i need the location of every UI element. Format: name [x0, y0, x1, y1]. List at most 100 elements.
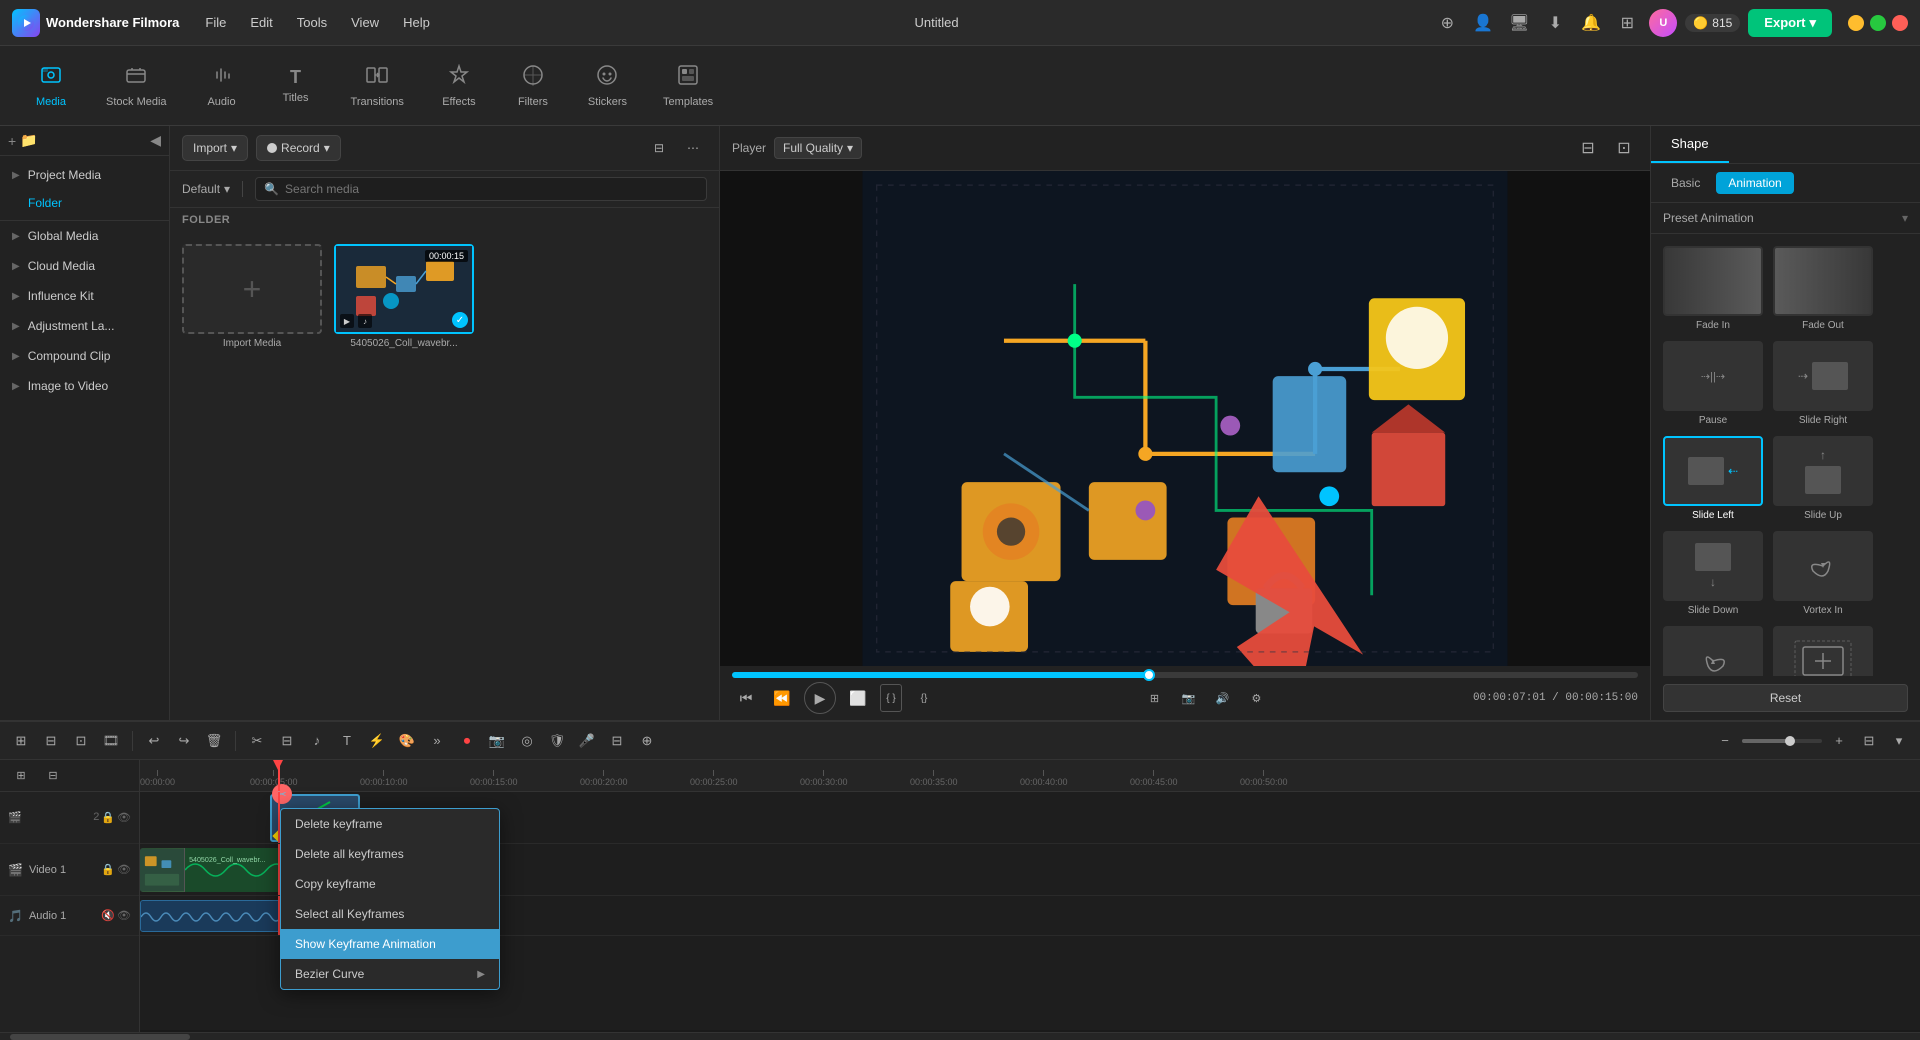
minimize-button[interactable]: — — [1848, 15, 1864, 31]
sidebar-item-image-to-video[interactable]: ▶ Image to Video — [0, 371, 169, 401]
add-clip-btn[interactable]: ⊕ — [634, 728, 660, 754]
play-button[interactable]: ▶ — [804, 682, 836, 714]
tab-basic[interactable]: Basic — [1659, 172, 1712, 194]
filter-icon[interactable]: ⊟ — [645, 134, 673, 162]
volume-button[interactable]: 🔊 — [1208, 684, 1236, 712]
media-file-box[interactable]: 00:00:15 ▶ ♪ ✓ — [334, 244, 474, 334]
anim-item-vortex-in[interactable]: Vortex In — [1773, 531, 1873, 616]
sidebar-item-influence-kit[interactable]: ▶ Influence Kit — [0, 281, 169, 311]
import-media-thumb[interactable]: + Import Media — [182, 244, 322, 349]
search-box[interactable]: 🔍 — [255, 177, 707, 201]
time-ruler[interactable]: 00:00:00 00:00:05:00 00:00:10:00 00:00:1… — [140, 760, 1920, 792]
maximize-button[interactable]: ⊡ — [1870, 15, 1886, 31]
crop-button[interactable]: ⊟ — [274, 728, 300, 754]
add-media-btn[interactable]: + — [8, 133, 16, 149]
speed-button[interactable]: ⚡ — [364, 728, 390, 754]
notification-icon[interactable]: 🔔 — [1577, 9, 1605, 37]
progress-bar[interactable] — [732, 672, 1638, 678]
tool-stickers[interactable]: Stickers — [572, 56, 643, 116]
sidebar-item-cloud-media[interactable]: ▶ Cloud Media — [0, 251, 169, 281]
fit-to-screen-button[interactable]: ⊞ — [1140, 684, 1168, 712]
ctx-bezier-curve[interactable]: Bezier Curve ▶ — [281, 959, 499, 989]
video1-vis-icon[interactable]: 👁 — [117, 863, 131, 876]
app-logo[interactable]: Wondershare Filmora — [12, 9, 179, 37]
anim-item-pause[interactable]: ⇢||⇢ Pause — [1663, 341, 1763, 426]
menu-view[interactable]: View — [341, 11, 389, 34]
tool-templates[interactable]: Templates — [647, 56, 729, 116]
ctx-select-all-keyframes[interactable]: Select all Keyframes — [281, 899, 499, 929]
anim-item-vortex-out[interactable]: Vortex Out — [1663, 626, 1763, 676]
snapshot-button[interactable]: 📷 — [1174, 684, 1202, 712]
bottom-scrollbar[interactable] — [0, 1032, 1920, 1040]
sidebar-item-compound-clip[interactable]: ▶ Compound Clip — [0, 341, 169, 371]
ctx-copy-keyframe[interactable]: Copy keyframe — [281, 869, 499, 899]
discover-icon[interactable]: ⊕ — [1433, 9, 1461, 37]
import-media-box[interactable]: + — [182, 244, 322, 334]
prev-frame-button[interactable]: ⏪ — [768, 684, 796, 712]
tab-shape[interactable]: Shape — [1651, 126, 1729, 163]
cut-button[interactable]: ✂ — [244, 728, 270, 754]
folder-btn[interactable]: 📁 — [20, 132, 37, 149]
quality-dropdown[interactable]: Full Quality ▾ — [774, 137, 862, 159]
snap-button[interactable]: 🎞 — [98, 728, 124, 754]
tool-media[interactable]: Media — [16, 56, 86, 116]
search-input[interactable] — [285, 182, 698, 196]
track2-vis-icon[interactable]: 👁 — [117, 811, 131, 824]
track2-lock-icon[interactable]: 🔒 — [101, 811, 115, 824]
stop-button[interactable]: ⬜ — [844, 684, 872, 712]
track-type-button[interactable]: ⊟ — [38, 728, 64, 754]
fullscreen-icon[interactable]: ⊡ — [1610, 134, 1638, 162]
media-file-thumb[interactable]: 00:00:15 ▶ ♪ ✓ 5405026_Coll_wavebr... — [334, 244, 474, 349]
ctx-show-keyframe-animation[interactable]: Show Keyframe Animation — [281, 929, 499, 959]
user-avatar[interactable]: U — [1649, 9, 1677, 37]
ctx-delete-all-keyframes[interactable]: Delete all keyframes — [281, 839, 499, 869]
add-track-button[interactable]: ⊞ — [8, 728, 34, 754]
close-button[interactable]: ✕ — [1892, 15, 1908, 31]
export-button[interactable]: Export ▾ — [1748, 9, 1832, 37]
tool-audio[interactable]: Audio — [187, 56, 257, 116]
anim-item-fade-out[interactable]: Fade Out — [1773, 246, 1873, 331]
account-icon[interactable]: 👤 — [1469, 9, 1497, 37]
motion-btn[interactable]: ◎ — [514, 728, 540, 754]
sidebar-item-project-media[interactable]: ▶ Project Media — [0, 160, 169, 190]
collapse-panel-btn[interactable]: ◀ — [150, 132, 161, 149]
split-audio-button[interactable]: ♪ — [304, 728, 330, 754]
settings-button[interactable]: ⚙ — [1242, 684, 1270, 712]
tool-effects[interactable]: Effects — [424, 56, 494, 116]
anim-item-zoom-in[interactable]: Zoom In — [1773, 626, 1873, 676]
rewind-button[interactable]: ⏮ — [732, 684, 760, 712]
layout-btn[interactable]: ⊟ — [1856, 728, 1882, 754]
anim-item-slide-down[interactable]: ↓ Slide Down — [1663, 531, 1763, 616]
redo-button[interactable]: ↪ — [171, 728, 197, 754]
track-settings-button[interactable]: ⊡ — [68, 728, 94, 754]
protect-btn[interactable]: 🛡 — [544, 728, 570, 754]
preset-expand-icon[interactable]: ▾ — [1902, 211, 1908, 225]
frame-mode-button[interactable]: { } — [880, 684, 902, 712]
zoom-in-btn[interactable]: + — [1826, 728, 1852, 754]
tool-stock[interactable]: Stock Media — [90, 56, 183, 116]
collapse-tracks-btn[interactable]: ⊟ — [40, 763, 66, 789]
record-button[interactable]: Record ▾ — [256, 135, 341, 161]
progress-thumb[interactable] — [1143, 669, 1155, 681]
anim-item-slide-right[interactable]: ⇢ Slide Right — [1773, 341, 1873, 426]
undo-button[interactable]: ↩ — [141, 728, 167, 754]
monitor-icon[interactable]: 🖥 — [1505, 9, 1533, 37]
record-timeline-button[interactable]: ⏺ — [454, 728, 480, 754]
sidebar-item-global-media[interactable]: ▶ Global Media — [0, 221, 169, 251]
download-icon[interactable]: ⬇ — [1541, 9, 1569, 37]
menu-file[interactable]: File — [195, 11, 236, 34]
import-button[interactable]: Import ▾ — [182, 135, 248, 161]
menu-tools[interactable]: Tools — [287, 11, 337, 34]
track2-num-btn[interactable]: 2 — [93, 811, 99, 824]
more-options-icon[interactable]: ⋯ — [679, 134, 707, 162]
reset-button[interactable]: Reset — [1663, 684, 1908, 712]
coins-display[interactable]: 🟡 815 — [1685, 14, 1740, 32]
menu-help[interactable]: Help — [393, 11, 440, 34]
sidebar-item-adjustment[interactable]: ▶ Adjustment La... — [0, 311, 169, 341]
tab-animation[interactable]: Animation — [1716, 172, 1793, 194]
scroll-thumb[interactable] — [10, 1034, 190, 1040]
sort-dropdown[interactable]: Default ▾ — [182, 182, 230, 196]
text-button[interactable]: T — [334, 728, 360, 754]
tool-transitions[interactable]: Transitions — [335, 56, 420, 116]
tool-titles[interactable]: T Titles — [261, 59, 331, 112]
